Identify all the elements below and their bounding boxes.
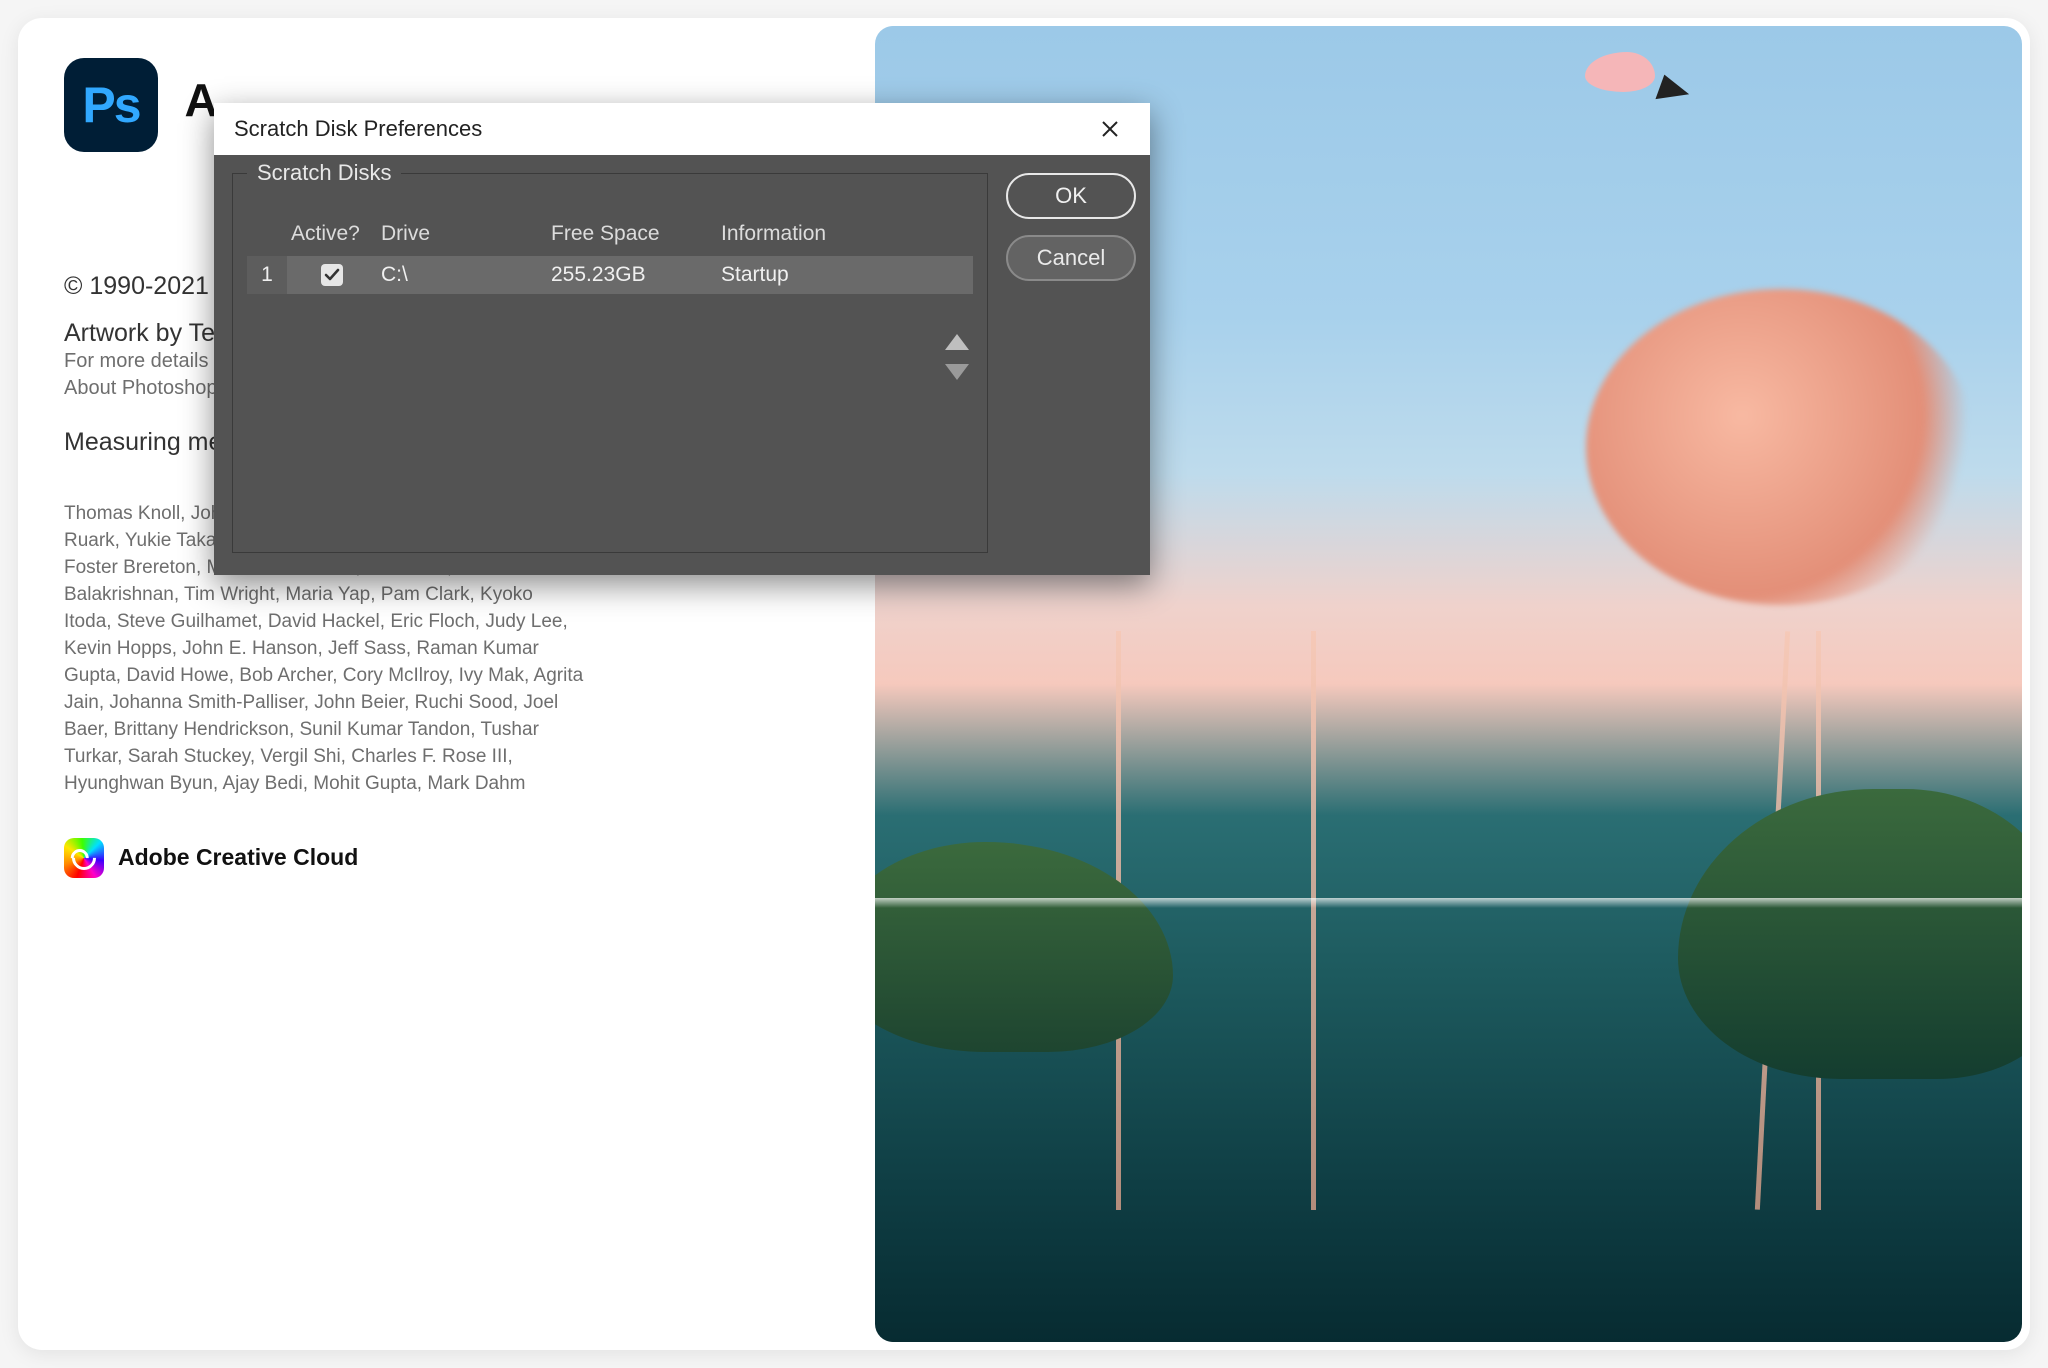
col-free-space: Free Space xyxy=(547,222,717,246)
creative-cloud-icon xyxy=(64,838,104,878)
ok-button[interactable]: OK xyxy=(1006,173,1136,219)
dialog-title: Scratch Disk Preferences xyxy=(234,116,1086,142)
dialog-body: Scratch Disks Active? Drive Free Space I… xyxy=(214,155,1150,575)
col-drive: Drive xyxy=(377,222,547,246)
row-free-space: 255.23GB xyxy=(547,263,717,287)
group-label: Scratch Disks xyxy=(247,160,401,186)
artwork-cloud xyxy=(1586,289,1976,605)
table-row[interactable]: 1 C:\ 255.23GB Startup xyxy=(247,256,973,294)
artwork-hill xyxy=(875,842,1173,1053)
creative-cloud-label: Adobe Creative Cloud xyxy=(118,844,358,871)
move-up-icon[interactable] xyxy=(945,334,969,350)
active-checkbox[interactable] xyxy=(321,264,343,286)
dialog-titlebar: Scratch Disk Preferences xyxy=(214,103,1150,155)
app-name: A xyxy=(184,73,217,127)
row-information: Startup xyxy=(717,263,887,287)
cancel-button[interactable]: Cancel xyxy=(1006,235,1136,281)
scratch-disks-table: Active? Drive Free Space Information 1 C… xyxy=(247,216,973,294)
row-index: 1 xyxy=(247,256,287,294)
artwork-flamingo-beak xyxy=(1656,74,1693,109)
artwork-flamingo-head xyxy=(1585,52,1655,92)
reorder-controls xyxy=(945,334,969,380)
artwork-leg xyxy=(1311,631,1316,1210)
photoshop-logo: Ps xyxy=(64,58,158,152)
col-active: Active? xyxy=(287,222,377,246)
dialog-buttons: OK Cancel xyxy=(1006,173,1136,553)
col-information: Information xyxy=(717,222,887,246)
row-active-cell xyxy=(287,256,377,294)
move-down-icon[interactable] xyxy=(945,364,969,380)
artwork-waterline xyxy=(875,898,2022,908)
creative-cloud-row: Adobe Creative Cloud xyxy=(64,838,869,878)
scratch-disks-group: Scratch Disks Active? Drive Free Space I… xyxy=(232,173,988,553)
row-drive: C:\ xyxy=(377,263,547,287)
table-header: Active? Drive Free Space Information xyxy=(247,216,973,256)
scratch-disk-preferences-dialog: Scratch Disk Preferences Scratch Disks A… xyxy=(214,103,1150,575)
close-icon[interactable] xyxy=(1086,105,1134,153)
photoshop-splash: Ps A © 1990-2021 A Artwork by Ted For mo… xyxy=(18,18,2030,1350)
artwork-hill xyxy=(1678,789,2022,1079)
